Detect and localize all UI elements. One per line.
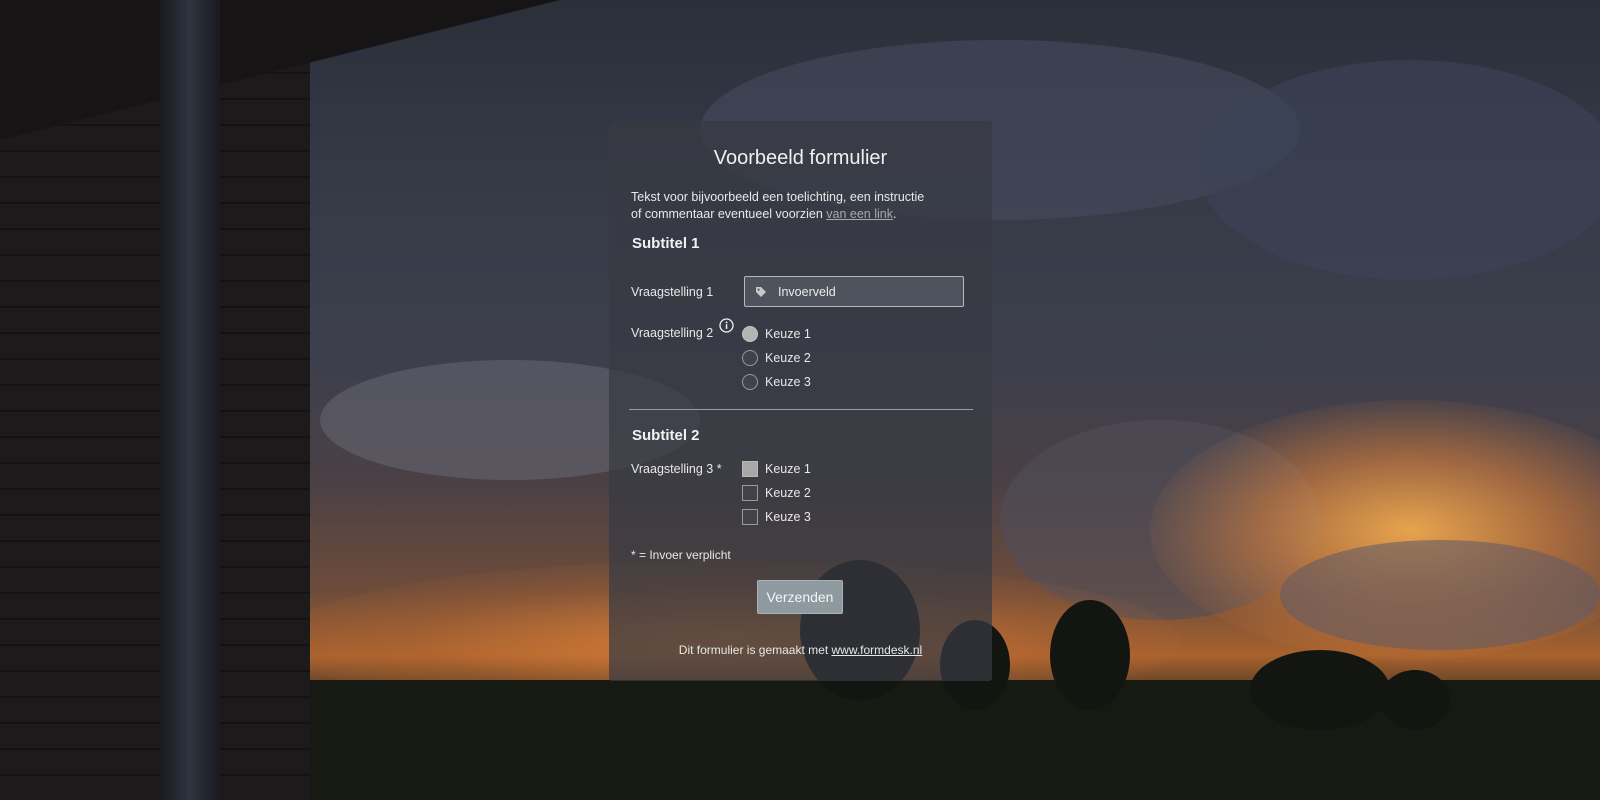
intro-text: Tekst voor bijvoorbeeld een toelichting,… <box>631 189 951 223</box>
form-panel: Voorbeeld formulier Tekst voor bijvoorbe… <box>609 121 992 681</box>
checkbox[interactable] <box>742 485 758 501</box>
tag-icon <box>756 287 766 297</box>
intro-link[interactable]: van een link <box>826 207 893 221</box>
option-label: Keuze 2 <box>765 486 811 500</box>
intro-suffix: . <box>892 207 897 221</box>
checkbox[interactable] <box>742 509 758 525</box>
option-label: Keuze 3 <box>765 510 811 524</box>
question-1-input-wrapper[interactable] <box>744 276 964 307</box>
section-1-subtitle: Subtitel 1 <box>632 235 700 252</box>
footer-text: Dit formulier is gemaakt met <box>678 643 832 657</box>
submit-button[interactable]: Verzenden <box>757 580 843 614</box>
option-label: Keuze 1 <box>765 462 811 476</box>
radio-button-selected[interactable] <box>742 326 758 342</box>
intro-line-2: of commentaar eventueel voorzien <box>631 207 827 221</box>
form-title: Voorbeeld formulier <box>713 147 888 169</box>
option-label: Keuze 3 <box>765 375 811 389</box>
required-note: * = Invoer verplicht <box>631 548 731 562</box>
info-icon[interactable] <box>719 318 734 333</box>
radio-button[interactable] <box>742 374 758 390</box>
option-label: Keuze 2 <box>765 351 811 365</box>
section-2-subtitle: Subtitel 2 <box>632 427 700 444</box>
intro-line-1: Tekst voor bijvoorbeeld een toelichting,… <box>631 190 925 204</box>
question-3-label: Vraagstelling 3 * <box>631 462 722 476</box>
question-1-input[interactable] <box>778 277 958 306</box>
section-divider <box>629 409 973 410</box>
footer-link[interactable]: www.formdesk.nl <box>832 643 923 657</box>
question-2-label: Vraagstelling 2 <box>631 326 714 340</box>
checkbox-checked[interactable] <box>742 461 758 477</box>
question-1-label: Vraagstelling 1 <box>631 285 714 299</box>
footer: Dit formulier is gemaakt met www.formdes… <box>609 643 992 657</box>
option-label: Keuze 1 <box>765 327 811 341</box>
radio-button[interactable] <box>742 350 758 366</box>
